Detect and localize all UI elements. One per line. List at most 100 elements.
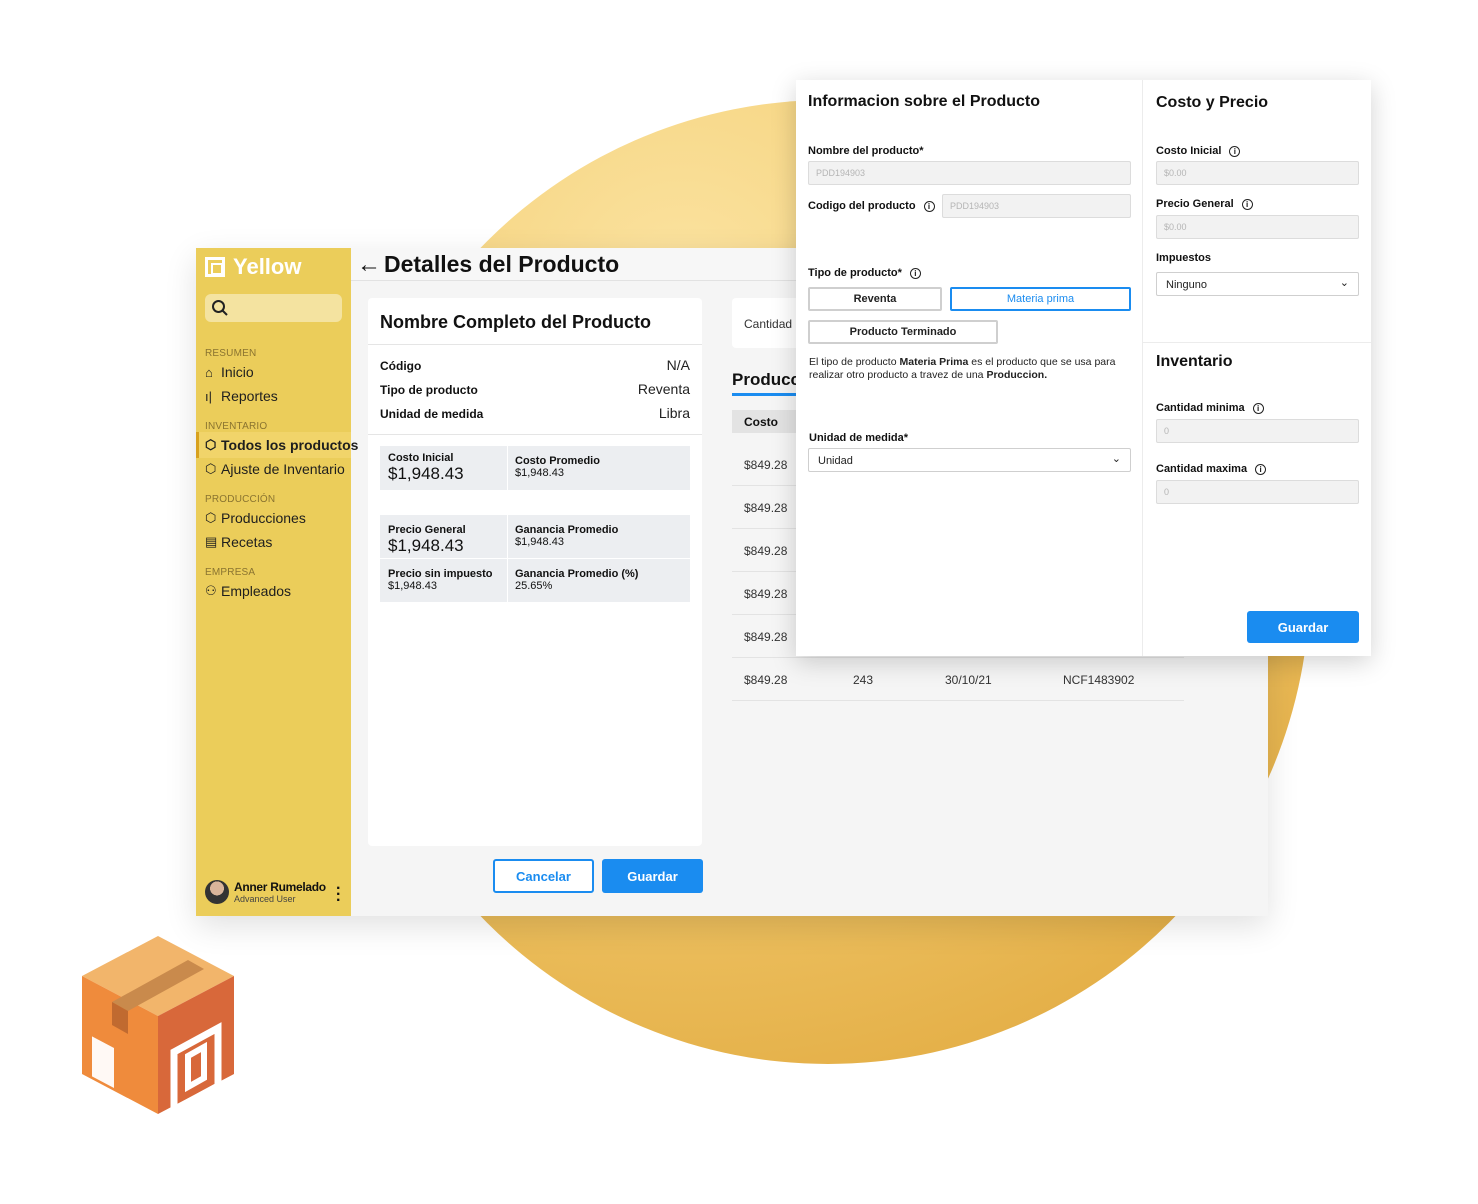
document-icon: ▤ [205,534,218,549]
divider [368,434,702,435]
tab-producciones[interactable]: Producci [732,370,805,390]
info-icon[interactable]: i [1241,198,1253,210]
codigo-label: Código [380,359,422,373]
package-illustration [82,936,234,1114]
cantidad-minima-label-text: Cantidad minima [1156,402,1245,414]
cost-box: Costo Inicial $1,948.43 Costo Promedio $… [380,446,690,490]
precio-general-value: $1,948.43 [388,536,464,555]
unidad-label: Unidad de medida [380,407,484,421]
tipo-option-producto-terminado[interactable]: Producto Terminado [808,320,998,344]
impuestos-label-text: Impuestos [1156,252,1212,264]
user-name: Anner Rumelado [234,880,326,894]
codigo-label-text: Codigo del producto [808,200,916,212]
info-icon[interactable]: i [909,267,921,279]
impuestos-value: Ninguno [1166,279,1207,291]
sidebar-item-inicio[interactable]: ⌂ Inicio [205,364,254,380]
divider [1142,80,1143,656]
ganancia-promedio-label: Ganancia Promedio [515,524,619,536]
modal-save-button[interactable]: Guardar [1247,611,1359,643]
sidebar: Yellow RESUMEN ⌂ Inicio ı| Reportes INVENT… [196,248,358,916]
user-profile[interactable]: Anner Rumelado Advanced User [205,880,326,904]
header-costo: Costo [744,415,778,429]
cantidad-maxima-input[interactable]: 0 [1156,480,1359,504]
product-detail-card: Nombre Completo del Producto Código N/A … [368,298,702,846]
sidebar-item-label: Todos los productos [221,437,359,453]
sidebar-item-label: Empleados [221,583,292,599]
info-icon[interactable]: i [1252,402,1264,414]
info-icon[interactable]: i [923,200,935,212]
cube-icon: ⬡ [205,437,217,452]
price-box: Precio General $1,948.43 Ganancia Promed… [380,515,690,602]
costo-inicial-label: Costo Inicial [388,452,454,464]
desc-text: El tipo de producto [809,356,900,368]
cantidad-minima-input[interactable]: 0 [1156,419,1359,443]
tipo-description: El tipo de producto Materia Prima es el … [809,356,1129,382]
info-title: Informacion sobre el Producto [808,93,1041,110]
costo-inicial-label-text: Costo Inicial [1156,145,1222,157]
cancel-button[interactable]: Cancelar [493,859,594,893]
tipo-option-reventa[interactable]: Reventa [808,287,942,311]
sidebar-item-label: Inicio [221,364,254,380]
save-button[interactable]: Guardar [602,859,703,893]
section-produccion: PRODUCCIÓN [205,494,276,505]
unidad-label-text: Unidad de medida* [809,432,909,444]
tipo-label: Tipo de producto* i [808,267,921,279]
tipo-value: Reventa [637,381,690,397]
tab-underline [732,393,800,396]
cantidad-maxima-label: Cantidad maxima i [1156,463,1267,475]
search-input[interactable] [205,294,342,322]
cell-costo: $849.28 [744,501,788,515]
sidebar-item-empleados[interactable]: ⚇ Empleados [205,583,291,599]
sidebar-item-reportes[interactable]: ı| Reportes [205,388,278,404]
desc-bold: Produccion. [986,369,1048,381]
cell-costo: $849.28 [744,630,788,644]
precio-sin-impuesto-value: $1,948.43 [388,580,437,592]
costo-inicial-input[interactable]: $0.00 [1156,161,1359,185]
ganancia-pct-value: 25.65% [515,580,553,592]
impuestos-select[interactable]: Ninguno ⌄ [1156,272,1359,296]
precio-general-label: Precio General i [1156,198,1253,210]
info-icon[interactable]: i [1255,463,1267,475]
page-title: Detalles del Producto [384,251,620,277]
sidebar-item-todos-productos[interactable]: ⬡ Todos los productos [205,437,358,453]
unidad-select[interactable]: Unidad ⌄ [808,448,1131,472]
back-arrow-icon[interactable]: ← [357,251,381,279]
costo-promedio-label: Costo Promedio [515,455,600,467]
sidebar-item-recetas[interactable]: ▤ Recetas [205,534,272,550]
sidebar-item-label: Recetas [221,534,273,550]
precio-general-label: Precio General [388,524,466,536]
logo[interactable]: Yellow [205,254,301,280]
costo-inicial-label: Costo Inicial i [1156,145,1241,157]
nombre-label: Nombre del producto* [808,145,924,157]
section-resumen: RESUMEN [205,348,257,359]
table-row[interactable]: $849.28 243 30/10/21 NCF1483902 [732,658,1184,701]
precio-general-input[interactable]: $0.00 [1156,215,1359,239]
logo-text: Yellow [233,254,302,279]
cell-costo: $849.28 [744,544,788,558]
nombre-input[interactable]: PDD194903 [808,161,1131,185]
logo-icon [205,257,225,277]
codigo-label: Codigo del producto i [808,200,935,212]
sidebar-item-producciones[interactable]: ⬡ Producciones [205,510,306,526]
product-name: Nombre Completo del Producto [380,312,652,332]
users-icon: ⚇ [205,583,217,598]
precio-general-label-text: Precio General [1156,198,1234,210]
avatar [205,880,229,904]
ganancia-pct-label: Ganancia Promedio (%) [515,568,639,580]
chevron-down-icon: ⌄ [1339,277,1349,289]
more-options-icon[interactable]: · · · [336,881,341,909]
costo-inicial-value: $1,948.43 [388,464,464,483]
cantidad-label: Cantidad [744,317,793,331]
tipo-label: Tipo de producto [380,383,478,397]
bar-chart-icon: ı| [205,388,212,404]
sidebar-item-label: Reportes [221,388,278,404]
costo-precio-title: Costo y Precio [1156,94,1269,111]
tipo-option-materia-prima[interactable]: Materia prima [950,287,1131,311]
codigo-input[interactable]: PDD194903 [942,194,1131,218]
unidad-label: Unidad de medida* [809,432,908,444]
codigo-value: N/A [666,357,690,373]
sidebar-item-ajuste[interactable]: ⬡ Ajuste de Inventario [205,461,345,477]
info-icon[interactable]: i [1229,145,1241,157]
home-icon: ⌂ [205,364,213,380]
cantidad-maxima-label-text: Cantidad maxima [1156,463,1248,475]
